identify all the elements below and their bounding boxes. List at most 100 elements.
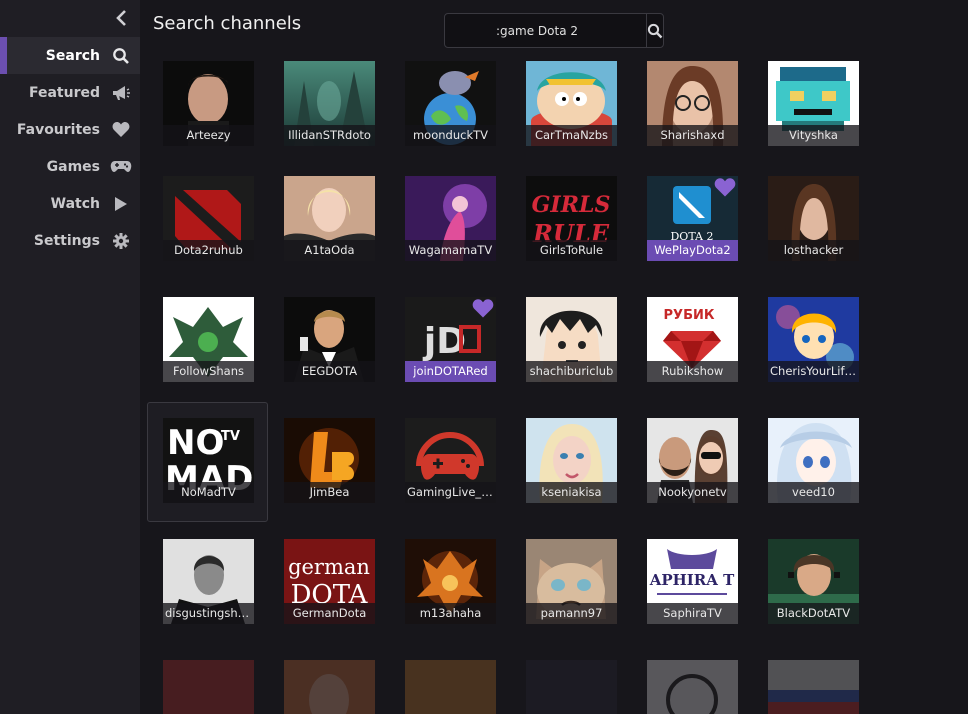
channel-tile[interactable]: FollowShans	[163, 297, 254, 382]
channel-tile[interactable]: losthacker	[768, 176, 859, 261]
channel-tile[interactable]: veed10	[768, 418, 859, 503]
channel-name: Sharishaxd	[647, 125, 738, 146]
channel-name: IllidanSTRdoto	[284, 125, 375, 146]
thumb-text: TV	[221, 429, 240, 444]
channel-tile[interactable]	[526, 660, 617, 714]
channel-tile[interactable]: A1taOda	[284, 176, 375, 261]
channel-name: SaphiraTV	[647, 603, 738, 624]
channel-name: GermanDota	[284, 603, 375, 624]
channel-tile[interactable]: IllidanSTRdoto	[284, 61, 375, 146]
channel-name: BlackDotATV	[768, 603, 859, 624]
channel-tile[interactable]: CherisYourLife...	[768, 297, 859, 382]
thumb-text: APHIRA T	[649, 571, 735, 589]
channel-tile[interactable]: GIRLS RULE GirlsToRule	[526, 176, 617, 261]
favourite-heart-icon	[714, 178, 736, 197]
channel-tile[interactable]: NO TV MAD NoMadTV	[163, 418, 254, 503]
channel-tile[interactable]: shachiburiclub	[526, 297, 617, 382]
channel-tile[interactable]: GamingLive_D...	[405, 418, 496, 503]
sidebar-item-label: Featured	[28, 84, 100, 101]
play-icon	[110, 193, 132, 215]
channel-name: Rubikshow	[647, 361, 738, 382]
channel-name: Vityshka	[768, 125, 859, 146]
search-input[interactable]	[445, 14, 646, 47]
thumb-text: german	[288, 555, 370, 579]
channel-tile[interactable]: kseniakisa	[526, 418, 617, 503]
channel-name: Arteezy	[163, 125, 254, 146]
page-title: Search channels	[153, 13, 302, 34]
channel-name: CherisYourLife...	[768, 361, 859, 382]
channel-name: FollowShans	[163, 361, 254, 382]
channel-tile[interactable]: JimBea	[284, 418, 375, 503]
channel-name: NoMadTV	[163, 482, 254, 503]
channel-tile[interactable]	[647, 660, 738, 714]
channel-thumbnail	[163, 660, 254, 714]
channel-tile[interactable]: Dota2ruhub	[163, 176, 254, 261]
thumb-text: NO	[167, 423, 224, 463]
channel-tile[interactable]: Vityshka	[768, 61, 859, 146]
channel-tile[interactable]	[163, 660, 254, 714]
channel-tile[interactable]: pamann97	[526, 539, 617, 624]
thumb-text: РУБИК	[664, 308, 715, 323]
sidebar-item-watch[interactable]: Watch	[0, 185, 140, 222]
channel-name: moonduckTV	[405, 125, 496, 146]
channel-name: GamingLive_D...	[405, 482, 496, 503]
gamepad-icon	[110, 156, 132, 178]
channel-tile[interactable]: german DOTA GermanDota	[284, 539, 375, 624]
channel-name: pamann97	[526, 603, 617, 624]
search-icon	[110, 45, 132, 67]
channel-tile[interactable]: DOTA 2 WePlayDota2	[647, 176, 738, 261]
sidebar-item-games[interactable]: Games	[0, 148, 140, 185]
channel-name: WagamamaTV	[405, 240, 496, 261]
sidebar-item-settings[interactable]: Settings	[0, 222, 140, 259]
channel-name: CarTmaNzbs	[526, 125, 617, 146]
channel-tile[interactable]: Sharishaxd	[647, 61, 738, 146]
chevron-left-icon	[116, 10, 126, 26]
channel-tile[interactable]: Nookyonetv	[647, 418, 738, 503]
channel-tile[interactable]: WagamamaTV	[405, 176, 496, 261]
channel-tile[interactable]: BlackDotATV	[768, 539, 859, 624]
channel-tile[interactable]	[405, 660, 496, 714]
channel-thumbnail	[284, 660, 375, 714]
heart-icon	[110, 119, 132, 141]
sidebar-item-search[interactable]: Search	[0, 37, 140, 74]
channel-name: Dota2ruhub	[163, 240, 254, 261]
channel-tile[interactable]: moonduckTV	[405, 61, 496, 146]
favourite-heart-icon	[472, 299, 494, 318]
channel-tile[interactable]: CarTmaNzbs	[526, 61, 617, 146]
channel-thumbnail	[526, 660, 617, 714]
channel-tile[interactable]: APHIRA T SaphiraTV	[647, 539, 738, 624]
search-button[interactable]	[646, 14, 663, 47]
channel-tile[interactable]: РУБИК Rubikshow	[647, 297, 738, 382]
channel-thumbnail	[647, 660, 738, 714]
megaphone-icon	[110, 82, 132, 104]
channel-tile[interactable]: EEGDOTA	[284, 297, 375, 382]
channel-name: WePlayDota2	[647, 240, 738, 261]
channel-name: Nookyonetv	[647, 482, 738, 503]
sidebar-item-label: Favourites	[16, 121, 100, 138]
search-box	[444, 13, 664, 48]
gear-icon	[110, 230, 132, 252]
sidebar-item-label: Games	[46, 158, 100, 175]
channel-name: EEGDOTA	[284, 361, 375, 382]
channel-tile[interactable]: m13ahaha	[405, 539, 496, 624]
sidebar-item-favourites[interactable]: Favourites	[0, 111, 140, 148]
search-icon	[647, 23, 663, 38]
channel-name: m13ahaha	[405, 603, 496, 624]
channel-name: veed10	[768, 482, 859, 503]
channel-name: kseniakisa	[526, 482, 617, 503]
channel-tile[interactable]: disgustingshow	[163, 539, 254, 624]
channel-tile[interactable]: Arteezy	[163, 61, 254, 146]
sidebar: Search Featured Favourites Games Watch S…	[0, 0, 140, 714]
sidebar-item-featured[interactable]: Featured	[0, 74, 140, 111]
channel-tile[interactable]	[768, 660, 859, 714]
channel-tile[interactable]	[284, 660, 375, 714]
collapse-sidebar-button[interactable]	[112, 8, 132, 28]
channel-name: GirlsToRule	[526, 240, 617, 261]
channel-name: JimBea	[284, 482, 375, 503]
channel-name: disgustingshow	[163, 603, 254, 624]
thumb-text: GIRLS	[532, 192, 611, 218]
channel-name: A1taOda	[284, 240, 375, 261]
channel-tile[interactable]: jD joinDOTARed	[405, 297, 496, 382]
sidebar-item-label: Watch	[50, 195, 100, 212]
channel-name: shachiburiclub	[526, 361, 617, 382]
